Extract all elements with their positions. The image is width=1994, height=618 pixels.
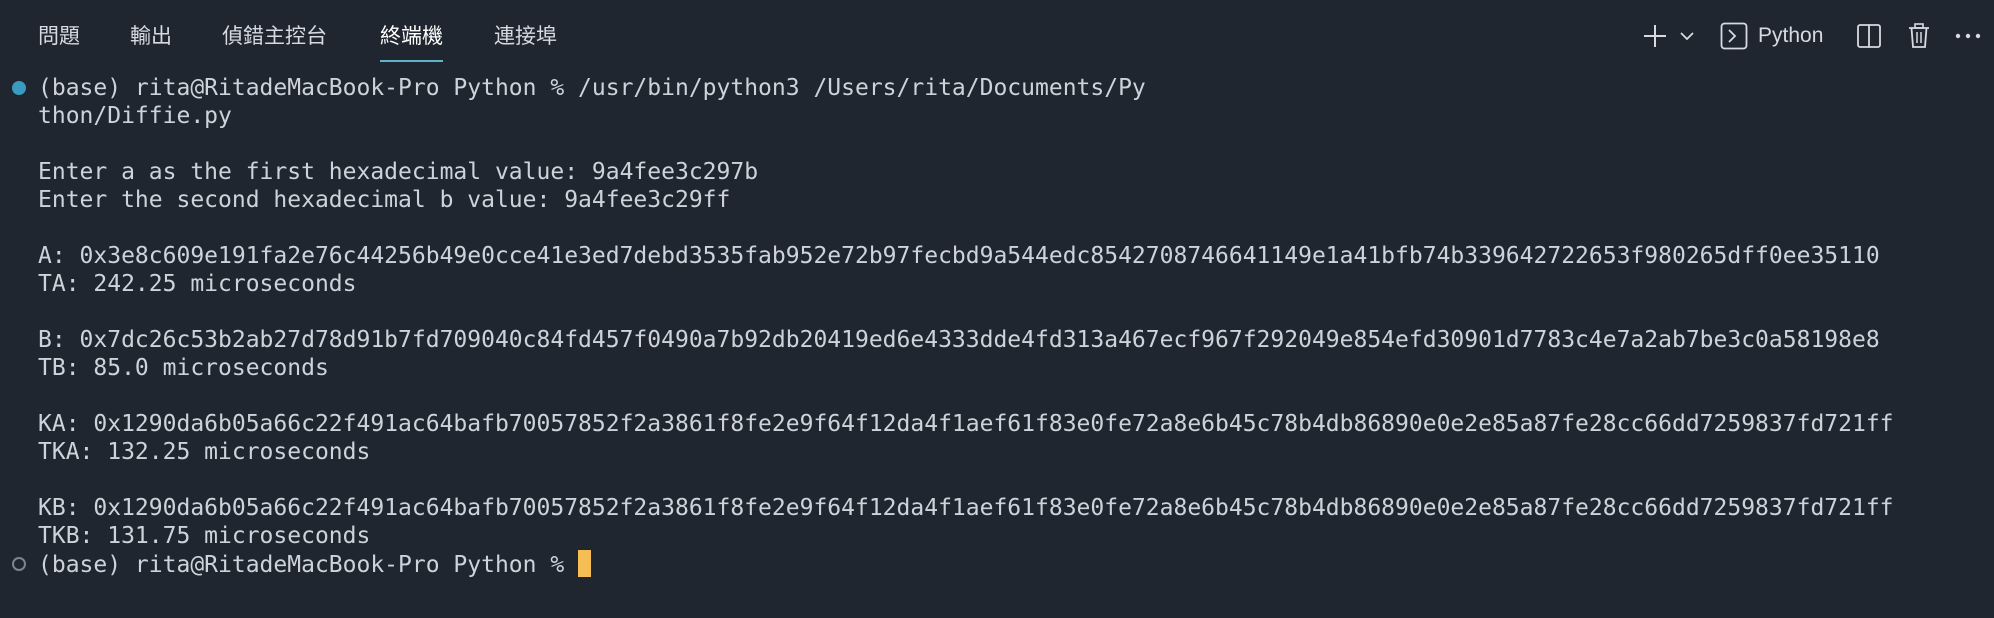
split-editor-icon: [1857, 24, 1881, 48]
terminal-profile-label: Python: [1758, 24, 1824, 47]
tab-debug-console[interactable]: 偵錯主控台: [222, 22, 327, 62]
terminal-line: A: 0x3e8c609e191fa2e76c44256b49e0cce41e3…: [38, 243, 1880, 269]
terminal-line: KB: 0x1290da6b05a66c22f491ac64bafb700578…: [38, 495, 1894, 521]
kill-terminal-button[interactable]: [1904, 16, 1934, 56]
terminal-line: Enter a as the first hexadecimal value: …: [38, 159, 759, 185]
terminal-line: TKA: 132.25 microseconds: [38, 439, 371, 465]
split-terminal-button[interactable]: [1854, 16, 1884, 56]
terminal-line: (base) rita@RitadeMacBook-Pro Python % /…: [38, 75, 1146, 101]
terminal-prompt-line[interactable]: (base) rita@RitadeMacBook-Pro Python %: [38, 550, 592, 578]
chevron-down-icon: [1680, 32, 1694, 41]
terminal-line: thon/Diffie.py: [38, 103, 232, 129]
terminal-cursor: [578, 550, 592, 577]
ellipsis-icon: [1955, 33, 1981, 39]
terminal-profile-dropdown[interactable]: [1676, 16, 1698, 56]
more-actions-button[interactable]: [1954, 16, 1982, 56]
terminal-panel: 問題 輸出 偵錯主控台 終端機 連接埠 Python (base) rita@R…: [0, 0, 1994, 618]
tab-ports[interactable]: 連接埠: [494, 22, 557, 62]
command-pending-icon[interactable]: [12, 557, 26, 571]
panel-tab-bar: 問題 輸出 偵錯主控台 終端機 連接埠 Python: [0, 0, 1994, 68]
terminal-prompt: (base) rita@RitadeMacBook-Pro Python %: [38, 552, 579, 578]
tab-terminal[interactable]: 終端機: [380, 22, 443, 62]
terminal-line: B: 0x7dc26c53b2ab27d78d91b7fd709040c84fd…: [38, 327, 1880, 353]
plus-icon: [1644, 25, 1666, 47]
command-success-icon[interactable]: [12, 81, 26, 95]
tab-problems[interactable]: 問題: [38, 22, 80, 62]
terminal-output[interactable]: (base) rita@RitadeMacBook-Pro Python % /…: [0, 72, 1994, 618]
terminal-line: KA: 0x1290da6b05a66c22f491ac64bafb700578…: [38, 411, 1894, 437]
tab-output[interactable]: 輸出: [130, 22, 172, 62]
trash-icon: [1909, 23, 1929, 48]
new-terminal-button[interactable]: [1640, 16, 1670, 56]
terminal-line: TA: 242.25 microseconds: [38, 271, 357, 297]
terminal-icon: [1720, 22, 1748, 50]
terminal-line: Enter the second hexadecimal b value: 9a…: [38, 187, 731, 213]
terminal-profile-button[interactable]: Python: [1720, 16, 1836, 56]
terminal-line: TKB: 131.75 microseconds: [38, 523, 371, 549]
terminal-line: TB: 85.0 microseconds: [38, 355, 329, 381]
